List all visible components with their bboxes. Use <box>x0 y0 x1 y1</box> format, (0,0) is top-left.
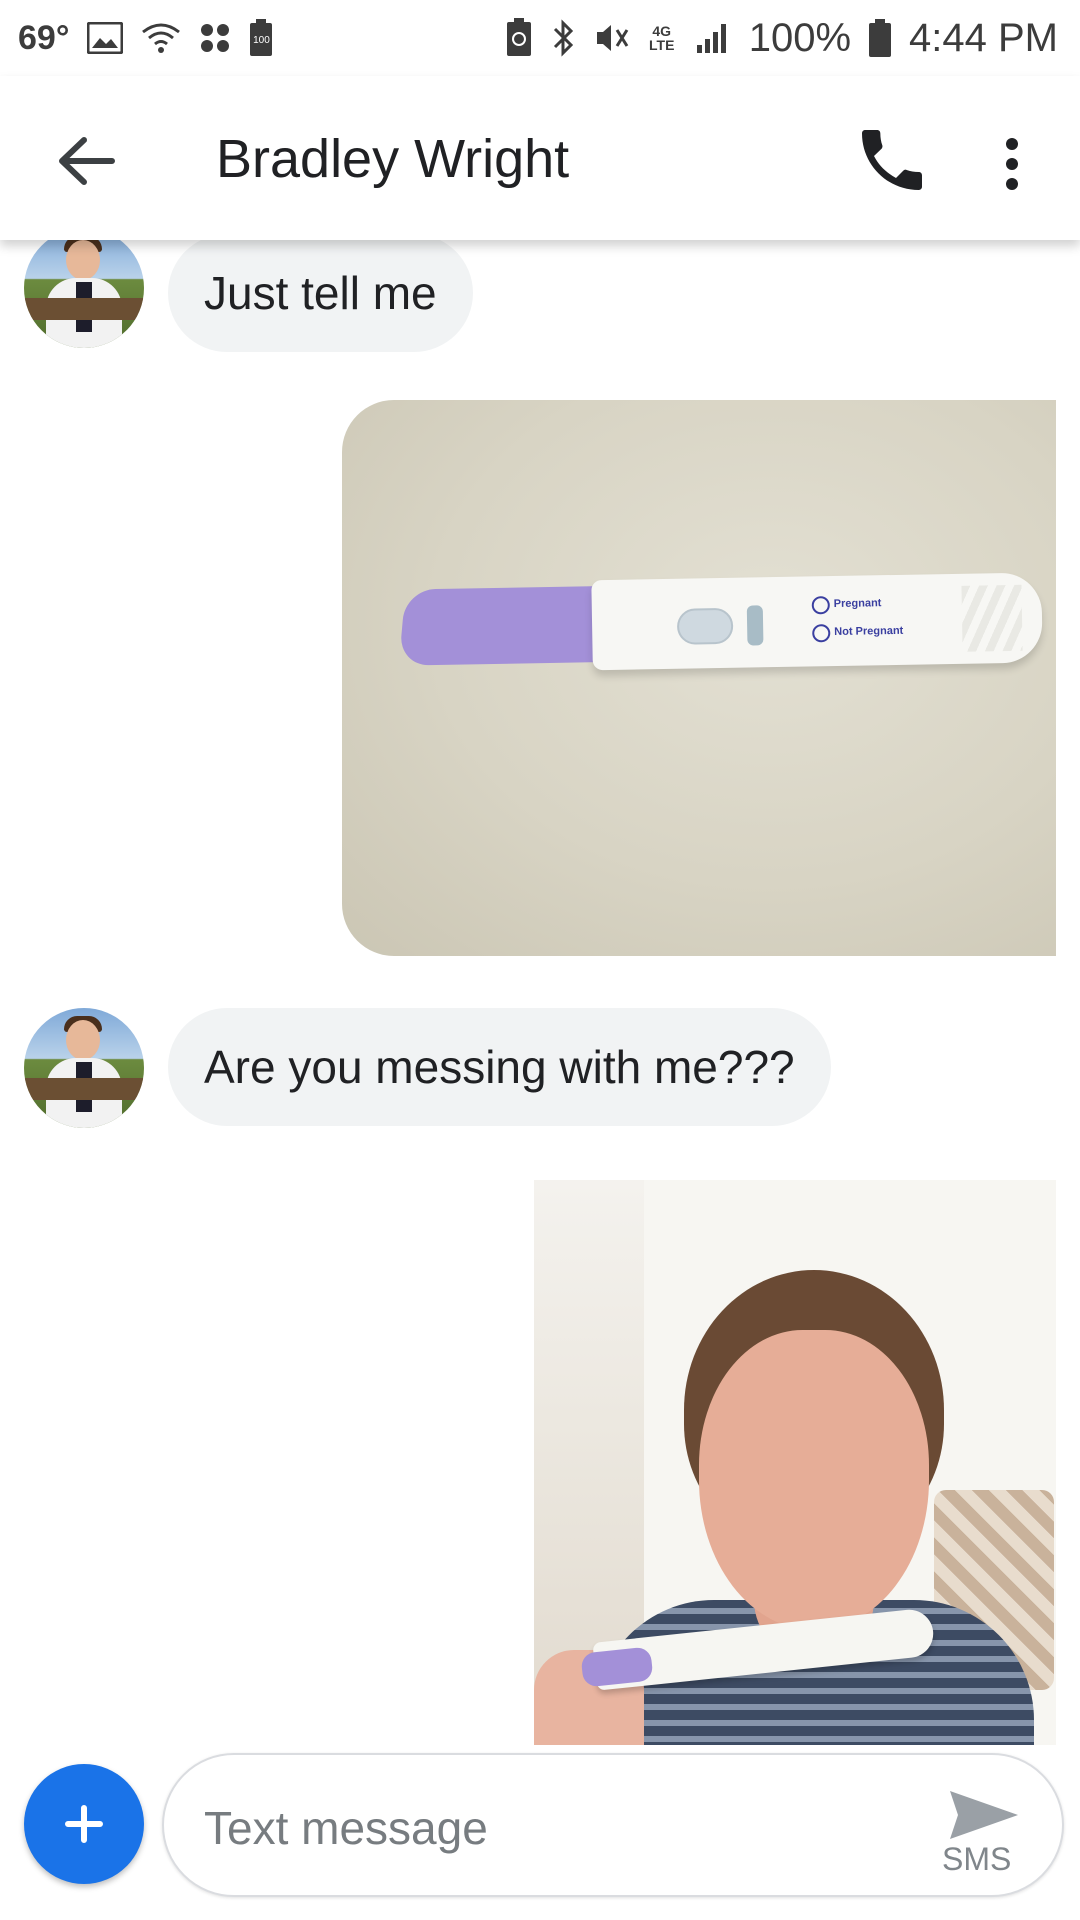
app-bar: Bradley Wright <box>0 76 1080 240</box>
arrow-back-icon <box>59 137 115 185</box>
send-icon <box>950 1791 1018 1839</box>
gallery-icon <box>87 22 124 54</box>
battery-percent-text: 100% <box>748 15 852 60</box>
send-mode-label: SMS <box>942 1841 1012 1877</box>
incoming-message-bubble[interactable]: Just tell me <box>168 240 473 352</box>
selfie-image <box>699 1330 929 1630</box>
clock-text: 4:44 PM <box>909 15 1058 60</box>
more-vert-icon <box>1006 138 1018 190</box>
network-type-icon: 4G LTE <box>647 24 677 52</box>
message-input[interactable] <box>204 1793 884 1863</box>
compose-bar: SMS <box>0 1745 1080 1920</box>
contact-avatar[interactable] <box>24 240 144 348</box>
apps-icon <box>199 22 231 54</box>
network-type-text: 4G LTE <box>649 23 675 53</box>
temperature-text: 69° <box>18 18 70 57</box>
wifi-icon <box>141 22 181 54</box>
status-left: 69° 100 <box>18 19 273 58</box>
pregnancy-test-image: Pregnant Not Pregnant <box>398 572 1043 671</box>
battery-saver-icon <box>505 18 533 58</box>
contact-avatar[interactable] <box>24 1008 144 1128</box>
not-pregnant-label: Not Pregnant <box>834 624 904 639</box>
attach-button[interactable] <box>24 1764 144 1884</box>
status-bar: 69° 100 4G LTE 100% 4:44 PM <box>0 0 1080 76</box>
outgoing-image-message[interactable] <box>534 1180 1056 1745</box>
plus-icon <box>65 1805 103 1843</box>
conversation-list[interactable]: Just tell me Pregnant Not Pregnant Are y… <box>0 240 1080 1745</box>
contact-name: Bradley Wright <box>216 129 570 189</box>
battery-icon <box>869 19 892 57</box>
phone-icon <box>862 130 922 190</box>
message-text: Just tell me <box>204 267 437 319</box>
incoming-message-bubble[interactable]: Are you messing with me??? <box>168 1008 831 1126</box>
message-text: Are you messing with me??? <box>204 1041 795 1093</box>
mute-icon <box>593 20 629 56</box>
message-input-container: SMS <box>162 1753 1064 1897</box>
battery-badge-icon: 100 <box>249 19 273 57</box>
back-button[interactable] <box>50 126 120 196</box>
bluetooth-icon <box>551 19 575 57</box>
call-button[interactable] <box>852 120 932 200</box>
status-right: 4G LTE 100% 4:44 PM <box>505 16 1058 61</box>
battery-badge-text: 100 <box>253 35 270 46</box>
outgoing-image-message[interactable]: Pregnant Not Pregnant <box>342 400 1056 956</box>
pregnant-label: Pregnant <box>833 597 882 611</box>
signal-icon <box>695 21 731 55</box>
more-options-button[interactable] <box>990 124 1034 204</box>
